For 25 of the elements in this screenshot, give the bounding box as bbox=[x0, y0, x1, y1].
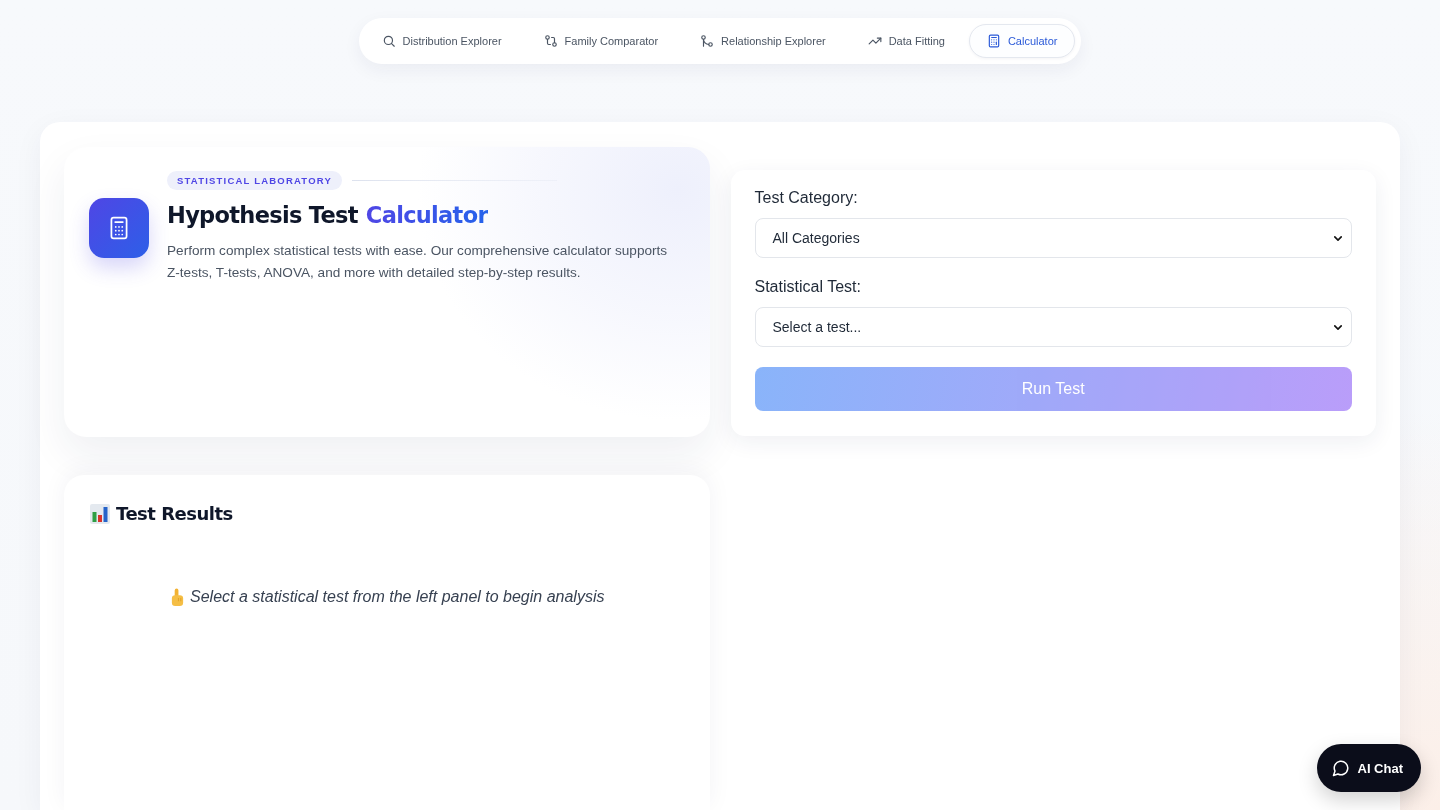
chat-bubble-icon bbox=[1331, 759, 1350, 777]
chevron-down-icon bbox=[1334, 235, 1342, 241]
ai-chat-button[interactable]: AI Chat bbox=[1316, 744, 1421, 792]
calculator-icon bbox=[986, 34, 1001, 48]
field-label: Test Category: bbox=[754, 188, 859, 208]
pointing-hand-icon bbox=[170, 587, 186, 607]
results-title: Test Results bbox=[116, 502, 233, 526]
nav-tab[interactable]: Relationship Explorer bbox=[682, 24, 844, 58]
nav-tab[interactable]: Data Fitting bbox=[849, 24, 963, 58]
nav-tab[interactable]: Calculator bbox=[968, 24, 1076, 58]
description-text: Perform complex statistical tests with ease. Our comprehensive calculator supports Z-tests, T-tests, ANOVA, and more with detailed step-by-step results. bbox=[167, 242, 669, 282]
dropdown-field[interactable]: All Categories bbox=[754, 218, 1352, 258]
search-icon bbox=[381, 34, 396, 48]
compare-arrows-icon bbox=[543, 34, 558, 48]
branch-icon bbox=[700, 34, 715, 48]
nav-tab[interactable]: Family Comparator bbox=[525, 24, 677, 58]
field-label: Statistical Test: bbox=[754, 277, 862, 297]
chevron-down-icon bbox=[1334, 324, 1342, 330]
bar-chart-icon bbox=[90, 504, 110, 524]
nav-tab[interactable]: Distribution Explorer bbox=[363, 24, 520, 58]
dropdown-field[interactable]: Select a test... bbox=[754, 307, 1352, 347]
page-title: Hypothesis Test bbox=[167, 202, 358, 228]
calculator-icon bbox=[89, 198, 149, 258]
section-badge: STATISTICAL LABORATORY bbox=[167, 171, 342, 190]
empty-state-message: Select a statistical test from the left panel to begin analysis bbox=[190, 587, 605, 607]
